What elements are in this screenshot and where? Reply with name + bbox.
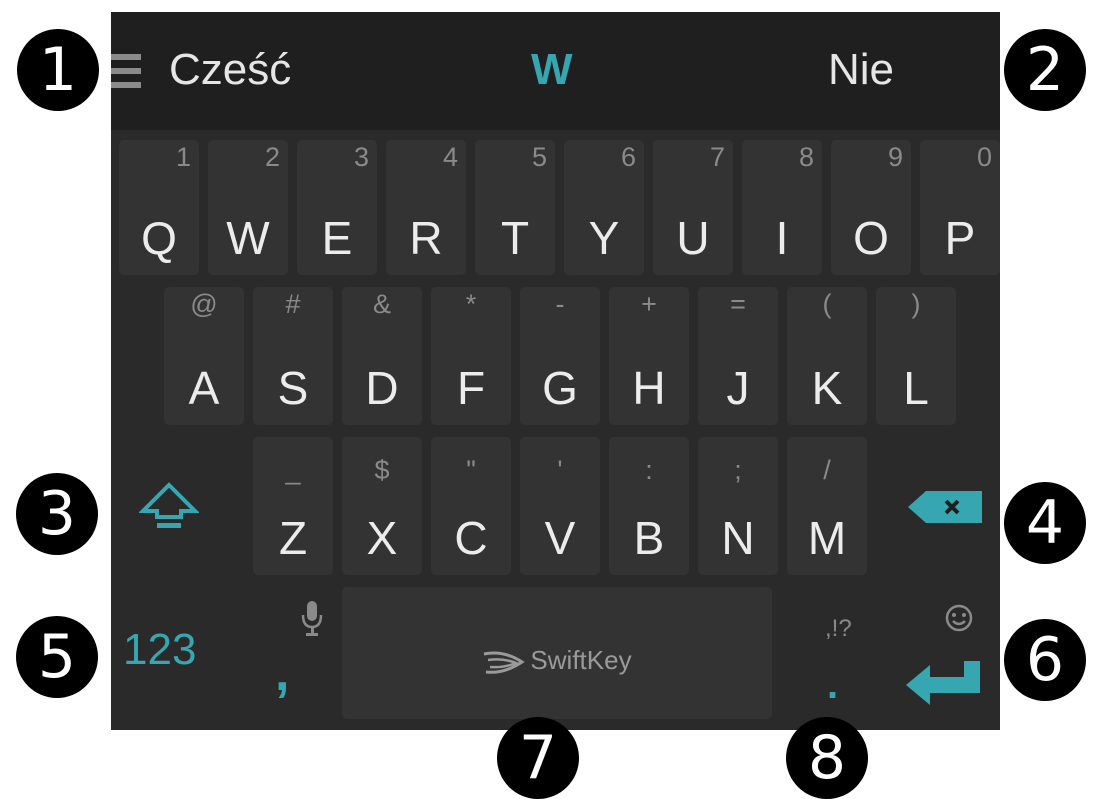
space-key[interactable]: SwiftKey: [342, 587, 772, 719]
backspace-key[interactable]: [876, 437, 1000, 575]
key-n[interactable]: ; N: [698, 437, 778, 575]
punct-hint: ,!?: [825, 615, 852, 642]
key-i[interactable]: 8I: [742, 140, 822, 275]
enter-key[interactable]: [876, 587, 1000, 725]
emoji-icon[interactable]: [944, 603, 974, 633]
key-y[interactable]: 6Y: [564, 140, 644, 275]
comma-label: ,: [275, 644, 290, 702]
keyboard: Cześć W Nie 1Q 2W 3E 4R 5T 6Y 7U 8I 9O 0…: [111, 12, 1000, 730]
key-t[interactable]: 5T: [475, 140, 555, 275]
key-u[interactable]: 7U: [653, 140, 733, 275]
key-w[interactable]: 2W: [208, 140, 288, 275]
suggestion-middle[interactable]: W: [531, 42, 573, 98]
key-l[interactable]: ) L: [876, 287, 956, 425]
key-k[interactable]: (K: [787, 287, 867, 425]
brand: SwiftKey: [342, 645, 772, 676]
key-r[interactable]: 4R: [386, 140, 466, 275]
suggestion-right[interactable]: Nie: [828, 42, 894, 98]
menu-icon[interactable]: [111, 54, 141, 90]
enter-icon: [906, 661, 980, 705]
callout-1: 1: [17, 29, 99, 111]
shift-icon: [139, 482, 199, 528]
suggestion-bar: Cześć W Nie: [111, 12, 1000, 130]
key-d[interactable]: & D: [342, 287, 422, 425]
callout-7: 7: [497, 717, 579, 799]
key-a[interactable]: @ A: [164, 287, 244, 425]
backspace-icon: [908, 491, 982, 523]
key-b[interactable]: :B: [609, 437, 689, 575]
numbers-label: 123: [123, 625, 197, 674]
period-key[interactable]: ,!? .: [787, 587, 867, 725]
comma-key[interactable]: ,: [253, 587, 333, 725]
key-m[interactable]: / M: [787, 437, 867, 575]
key-e[interactable]: 3E: [297, 140, 377, 275]
key-o[interactable]: 9O: [831, 140, 911, 275]
callout-6: 6: [1004, 619, 1086, 701]
callout-3: 3: [16, 473, 98, 555]
brand-label: SwiftKey: [530, 645, 632, 675]
callout-4: 4: [1004, 482, 1086, 564]
key-c[interactable]: " C: [431, 437, 511, 575]
callout-2: 2: [1004, 29, 1086, 111]
key-f[interactable]: * F: [431, 287, 511, 425]
suggestion-left[interactable]: Cześć: [169, 42, 291, 98]
callout-8: 8: [786, 717, 868, 799]
swiftkey-logo-icon: [484, 651, 526, 674]
key-s[interactable]: # S: [253, 287, 333, 425]
key-j[interactable]: = J: [698, 287, 778, 425]
period-label: .: [827, 663, 839, 707]
key-h[interactable]: + H: [609, 287, 689, 425]
key-q[interactable]: 1Q: [119, 140, 199, 275]
shift-key[interactable]: [119, 437, 244, 575]
microphone-icon: [301, 601, 323, 636]
key-g[interactable]: -G: [520, 287, 600, 425]
key-p[interactable]: 0P: [920, 140, 1000, 275]
key-z[interactable]: _ Z: [253, 437, 333, 575]
numbers-key[interactable]: 123: [119, 587, 244, 725]
callout-5: 5: [16, 616, 98, 698]
key-x[interactable]: $ X: [342, 437, 422, 575]
key-v[interactable]: ' V: [520, 437, 600, 575]
